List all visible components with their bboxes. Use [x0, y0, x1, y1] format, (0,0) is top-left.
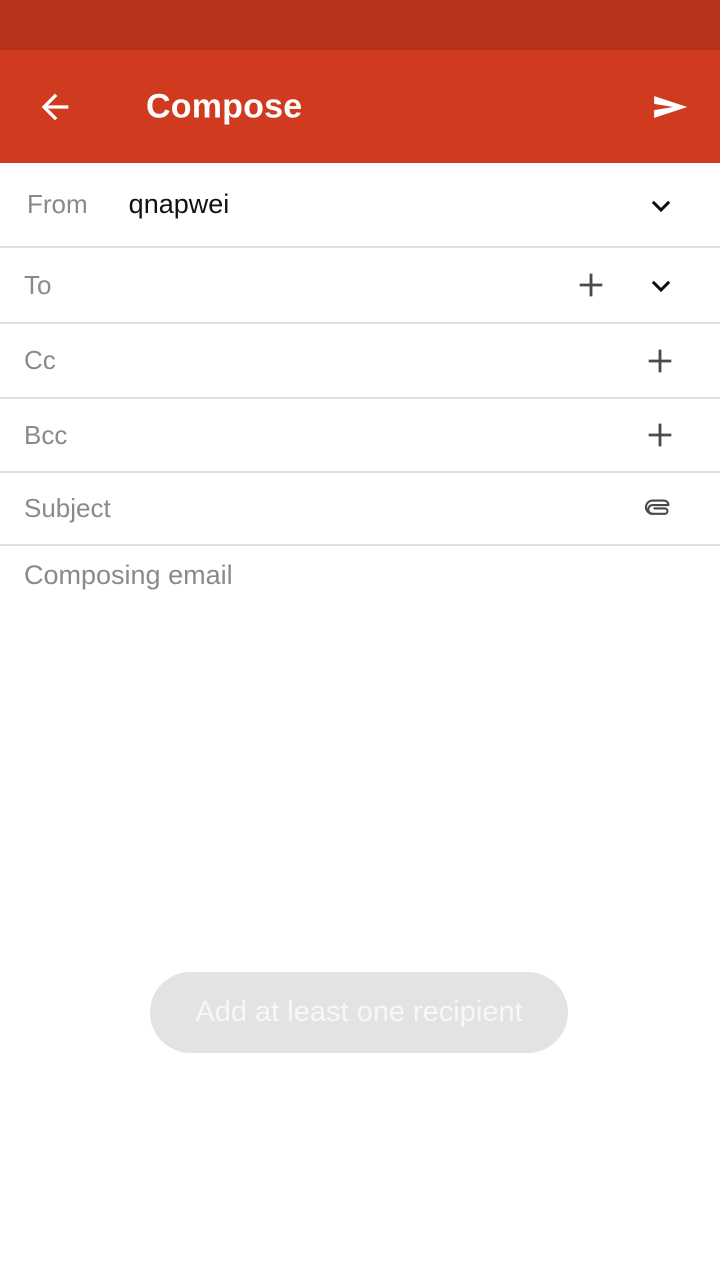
field-row-subject[interactable]: Subject [0, 473, 720, 546]
field-row-to[interactable]: To [0, 248, 720, 324]
subject-label: Subject [24, 493, 111, 523]
email-body-field[interactable]: Composing email [0, 548, 720, 968]
to-row-actions [557, 248, 720, 322]
toast-text: Add at least one recipient [195, 996, 523, 1028]
cc-row-actions [626, 324, 720, 397]
field-row-from[interactable]: From qnapwei [0, 163, 720, 248]
chevron-down-icon [646, 270, 676, 300]
to-expand-button[interactable] [627, 251, 695, 319]
plus-icon [574, 268, 608, 302]
status-bar [0, 0, 720, 50]
page-title: Compose [146, 87, 303, 125]
cc-add-contact-button[interactable] [626, 327, 694, 395]
plus-icon [643, 418, 677, 452]
app-bar: Compose [0, 50, 720, 163]
from-value: qnapwei [128, 189, 230, 219]
compose-form: From qnapwei To Cc Bcc Subject [0, 163, 720, 546]
arrow-left-icon [35, 87, 75, 127]
to-label: To [24, 269, 52, 300]
from-label: From [27, 189, 88, 219]
paperclip-icon [641, 492, 675, 526]
email-body-placeholder: Composing email [24, 560, 233, 590]
send-icon [648, 84, 694, 130]
bcc-row-actions [626, 399, 720, 471]
attach-file-button[interactable] [624, 475, 692, 543]
chevron-down-icon [646, 190, 676, 220]
from-row-actions [627, 163, 720, 246]
toast-message: Add at least one recipient [150, 972, 568, 1053]
bcc-label: Bcc [24, 419, 68, 450]
plus-icon [643, 344, 677, 378]
subject-row-actions [624, 473, 720, 544]
to-add-contact-button[interactable] [557, 251, 625, 319]
field-row-cc[interactable]: Cc [0, 324, 720, 399]
send-button[interactable] [640, 83, 702, 131]
back-button[interactable] [20, 86, 90, 128]
from-account-dropdown-button[interactable] [627, 171, 695, 239]
cc-label: Cc [24, 345, 56, 375]
bcc-add-contact-button[interactable] [626, 401, 694, 469]
field-row-bcc[interactable]: Bcc [0, 399, 720, 473]
